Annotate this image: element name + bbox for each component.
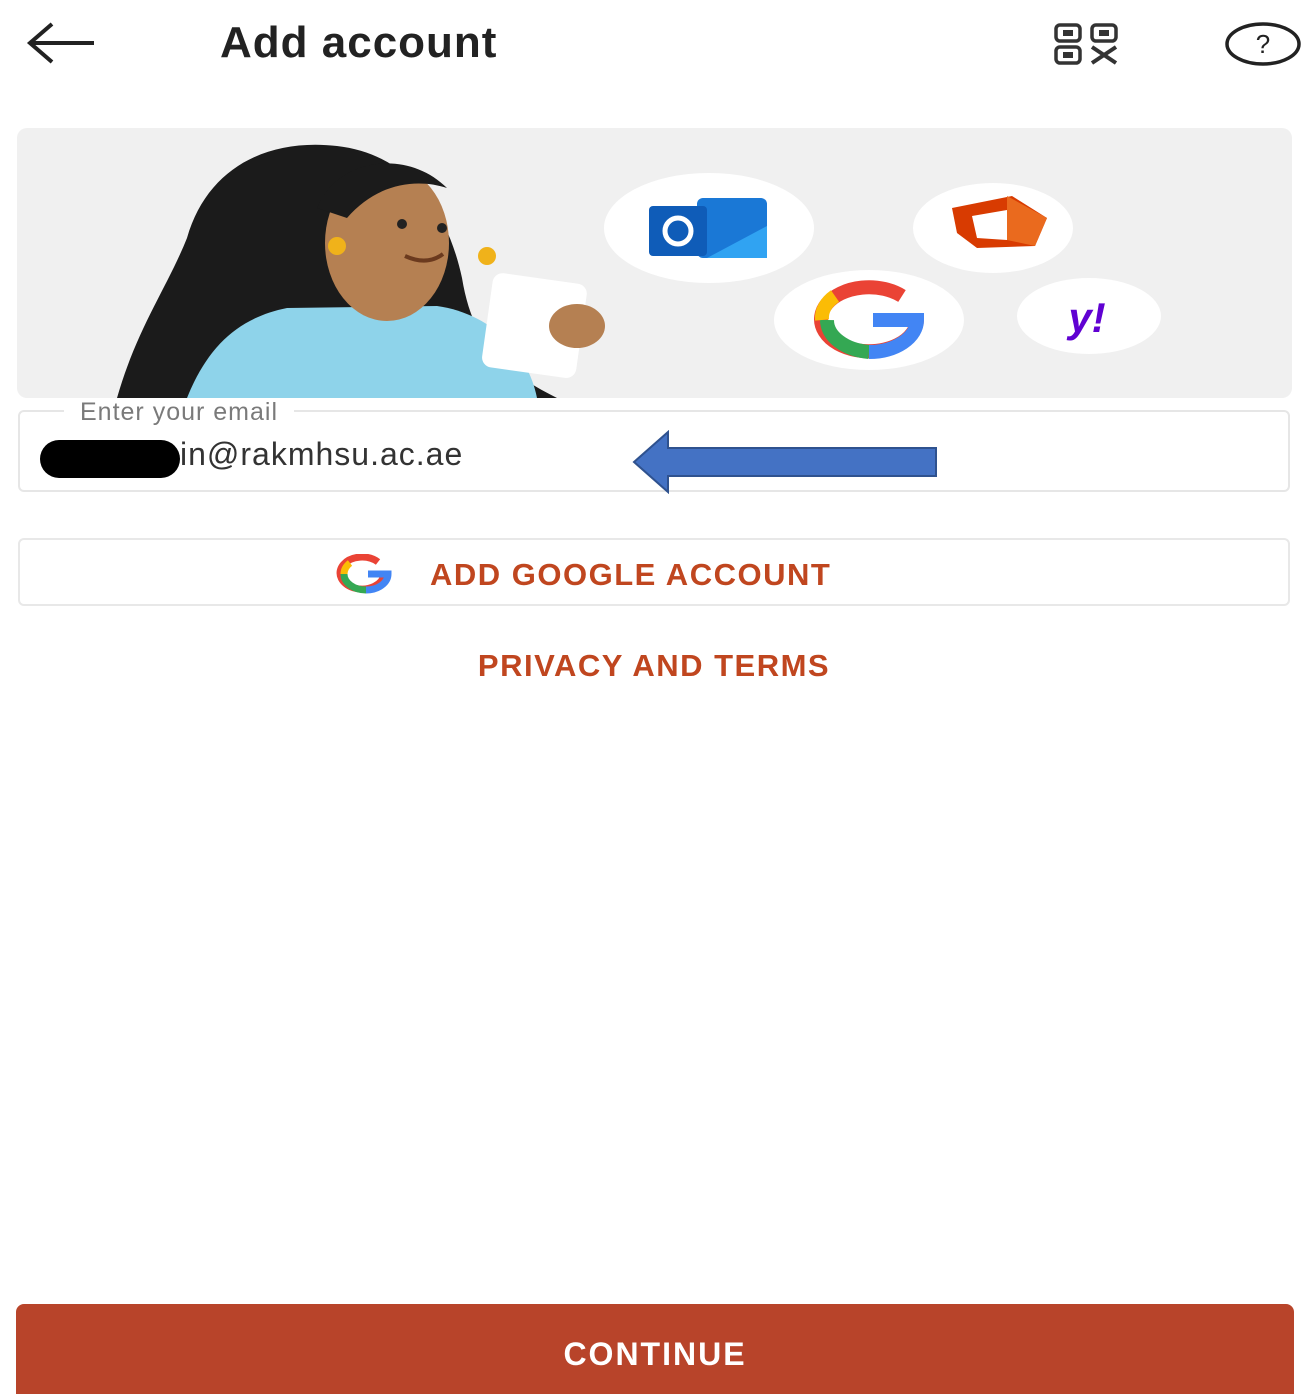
woman-illustration <box>117 144 605 398</box>
top-bar: Add account ? <box>0 0 1308 90</box>
outlook-icon <box>604 173 814 283</box>
continue-button[interactable]: CONTINUE <box>16 1304 1294 1394</box>
qr-code-icon <box>1054 23 1118 65</box>
back-button[interactable] <box>22 18 102 68</box>
help-button[interactable]: ? <box>1222 20 1304 68</box>
page-title: Add account <box>220 18 498 67</box>
svg-text:?: ? <box>1256 29 1270 59</box>
hero-illustration: y! <box>17 128 1292 398</box>
annotation-arrow-icon <box>632 430 937 494</box>
svg-text:y!: y! <box>1066 294 1105 341</box>
google-icon <box>336 554 392 594</box>
privacy-and-terms-link[interactable]: PRIVACY AND TERMS <box>0 648 1308 684</box>
yahoo-icon: y! <box>1017 278 1161 354</box>
arrow-left-icon <box>26 22 94 64</box>
email-field-label: Enter your email <box>64 398 295 427</box>
office-icon <box>913 183 1073 273</box>
add-google-account-label: ADD GOOGLE ACCOUNT <box>430 557 832 592</box>
continue-button-label: CONTINUE <box>563 1336 747 1372</box>
add-google-account-button[interactable]: ADD GOOGLE ACCOUNT <box>18 538 1290 606</box>
redaction-mark <box>40 440 180 478</box>
help-circle-icon: ? <box>1225 22 1301 66</box>
qr-scan-button[interactable] <box>1050 22 1126 66</box>
google-icon <box>774 270 964 370</box>
email-input-value[interactable]: in@rakmhsu.ac.ae <box>180 436 463 473</box>
